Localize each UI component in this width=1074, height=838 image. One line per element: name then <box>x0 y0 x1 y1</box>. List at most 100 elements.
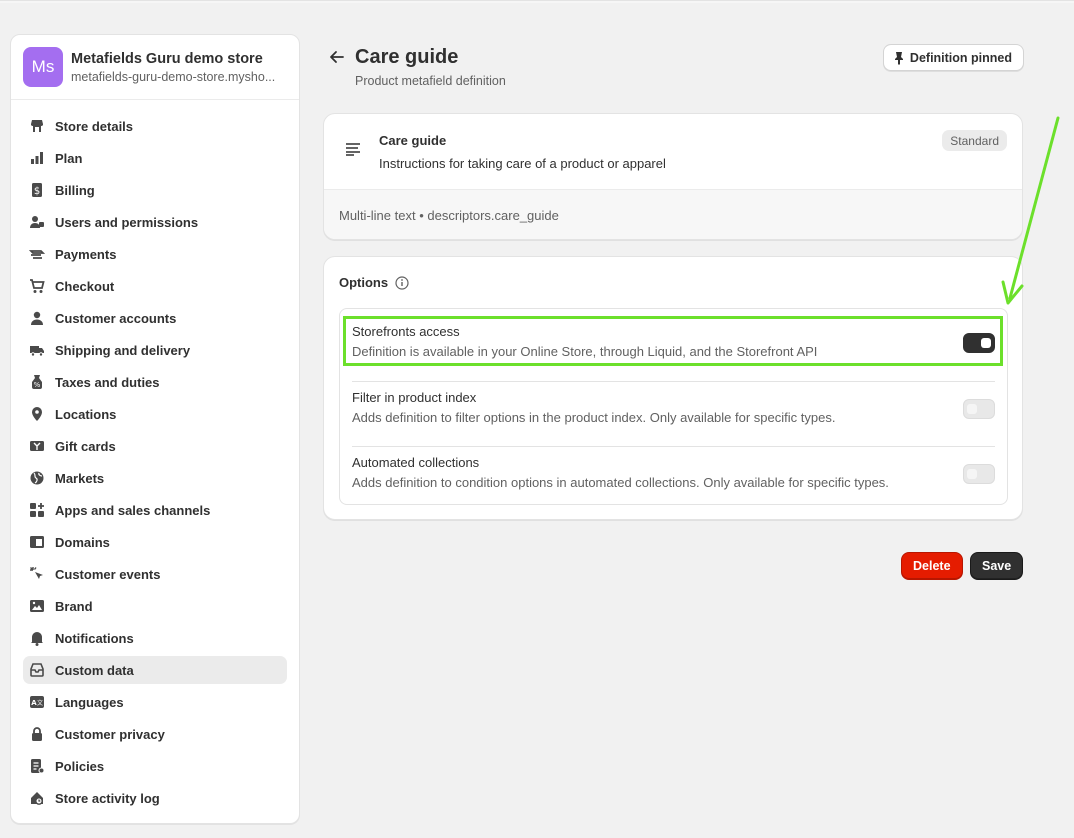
standard-badge: Standard <box>942 130 1007 151</box>
text-lines-icon <box>345 142 361 156</box>
sidebar-item-users[interactable]: Users and permissions <box>23 208 287 236</box>
top-bar <box>0 0 1074 3</box>
option-name: Filter in product index <box>352 390 477 405</box>
sidebar-item-notifications[interactable]: Notifications <box>23 624 287 652</box>
sidebar-item-store-details[interactable]: Store details <box>23 112 287 140</box>
sidebar-item-label: Custom data <box>55 662 134 678</box>
option-name: Automated collections <box>352 455 480 470</box>
sidebar-item-label: Plan <box>55 150 83 166</box>
taxes-icon: % <box>29 374 45 390</box>
automated-collections-toggle[interactable] <box>963 464 995 484</box>
sidebar-item-customer-accounts[interactable]: Customer accounts <box>23 304 287 332</box>
location-icon <box>29 406 45 422</box>
svg-text:文: 文 <box>37 699 43 707</box>
custom-data-icon <box>29 662 45 678</box>
users-icon <box>29 214 45 230</box>
sidebar-item-checkout[interactable]: Checkout <box>23 272 287 300</box>
sidebar-item-label: Languages <box>55 694 124 710</box>
sidebar-item-languages[interactable]: A文 Languages <box>23 688 287 716</box>
definition-type-line: Multi-line text • descriptors.care_guide <box>324 189 1022 239</box>
apps-icon <box>29 502 45 518</box>
toggle-knob <box>967 404 977 414</box>
policies-icon <box>29 758 45 774</box>
option-description: Adds definition to condition options in … <box>352 475 889 490</box>
settings-nav: Store details Plan $ Billing Users and p… <box>11 100 299 812</box>
sidebar-item-plan[interactable]: Plan <box>23 144 287 172</box>
toggle-knob <box>967 469 977 479</box>
person-icon <box>29 310 45 326</box>
sidebar-item-label: Users and permissions <box>55 214 199 230</box>
svg-text:$: $ <box>34 186 40 197</box>
option-description: Adds definition to filter options in the… <box>352 410 836 425</box>
plan-icon <box>29 150 45 166</box>
page-subtitle: Product metafield definition <box>355 74 506 88</box>
sidebar-item-label: Markets <box>55 470 105 486</box>
sidebar-item-label: Billing <box>55 182 95 198</box>
svg-text:%: % <box>34 381 41 389</box>
delete-button[interactable]: Delete <box>901 552 963 580</box>
storefronts-access-toggle[interactable] <box>963 333 995 353</box>
sidebar-item-label: Customer accounts <box>55 310 177 326</box>
sidebar-item-custom-data[interactable]: Custom data <box>23 656 287 684</box>
cart-icon <box>29 278 45 294</box>
sidebar-item-label: Taxes and duties <box>55 374 160 390</box>
option-description: Definition is available in your Online S… <box>352 344 818 359</box>
sidebar-item-gift-cards[interactable]: Gift cards <box>23 432 287 460</box>
options-heading: Options <box>339 275 409 290</box>
sidebar-item-label: Brand <box>55 598 93 614</box>
store-avatar: Ms <box>23 47 63 87</box>
sidebar-item-billing[interactable]: $ Billing <box>23 176 287 204</box>
toggle-knob <box>981 338 991 348</box>
cursor-icon <box>29 566 45 582</box>
sidebar-item-customer-privacy[interactable]: Customer privacy <box>23 720 287 748</box>
sidebar-item-label: Notifications <box>55 630 134 646</box>
sidebar-item-domains[interactable]: Domains <box>23 528 287 556</box>
sidebar-item-markets[interactable]: Markets <box>23 464 287 492</box>
sidebar-item-label: Store activity log <box>55 790 160 806</box>
domains-icon <box>29 534 45 550</box>
bell-icon <box>29 630 45 646</box>
pin-button-label: Definition pinned <box>909 50 1012 65</box>
sidebar-item-apps[interactable]: Apps and sales channels <box>23 496 287 524</box>
sidebar-item-policies[interactable]: Policies <box>23 752 287 780</box>
sidebar-item-label: Apps and sales channels <box>55 502 211 518</box>
settings-sidebar: Ms Metafields Guru demo store metafields… <box>10 34 300 824</box>
sidebar-item-label: Policies <box>55 758 105 774</box>
option-automated-collections: Automated collections Adds definition to… <box>352 446 995 510</box>
truck-icon <box>29 342 45 358</box>
definition-description: Instructions for taking care of a produc… <box>379 156 666 171</box>
info-icon[interactable] <box>395 275 409 290</box>
sidebar-item-label: Gift cards <box>55 438 116 454</box>
sidebar-item-activity-log[interactable]: Store activity log <box>23 784 287 812</box>
sidebar-item-payments[interactable]: Payments <box>23 240 287 268</box>
page-header: Care guide Product metafield definition … <box>328 44 1024 94</box>
languages-icon: A文 <box>29 694 45 710</box>
sidebar-item-shipping[interactable]: Shipping and delivery <box>23 336 287 364</box>
sidebar-item-label: Domains <box>55 534 110 550</box>
sidebar-item-label: Locations <box>55 406 117 422</box>
store-icon <box>29 118 45 134</box>
options-list: Storefronts access Definition is availab… <box>339 308 1008 505</box>
save-button[interactable]: Save <box>970 552 1024 580</box>
sidebar-item-label: Customer events <box>55 566 161 582</box>
sidebar-item-brand[interactable]: Brand <box>23 592 287 620</box>
store-header[interactable]: Ms Metafields Guru demo store metafields… <box>11 35 299 100</box>
sidebar-item-customer-events[interactable]: Customer events <box>23 560 287 588</box>
store-domain: metafields-guru-demo-store.mysho... <box>71 69 276 84</box>
sidebar-item-locations[interactable]: Locations <box>23 400 287 428</box>
page-title: Care guide <box>355 46 459 68</box>
definition-name: Care guide <box>379 133 447 148</box>
payments-icon <box>29 246 45 262</box>
filter-product-index-toggle[interactable] <box>963 399 995 419</box>
lock-icon <box>29 726 45 742</box>
back-arrow-icon[interactable] <box>328 48 346 66</box>
pin-icon <box>894 51 903 65</box>
definition-card: Care guide Instructions for taking care … <box>323 113 1023 240</box>
store-name: Metafields Guru demo store <box>71 50 263 67</box>
gift-card-icon <box>29 438 45 454</box>
options-title: Options <box>339 275 389 290</box>
options-card: Options Storefronts access Definition is… <box>323 256 1023 520</box>
definition-pinned-button[interactable]: Definition pinned <box>882 44 1024 71</box>
brand-icon <box>29 598 45 614</box>
sidebar-item-taxes[interactable]: % Taxes and duties <box>23 368 287 396</box>
